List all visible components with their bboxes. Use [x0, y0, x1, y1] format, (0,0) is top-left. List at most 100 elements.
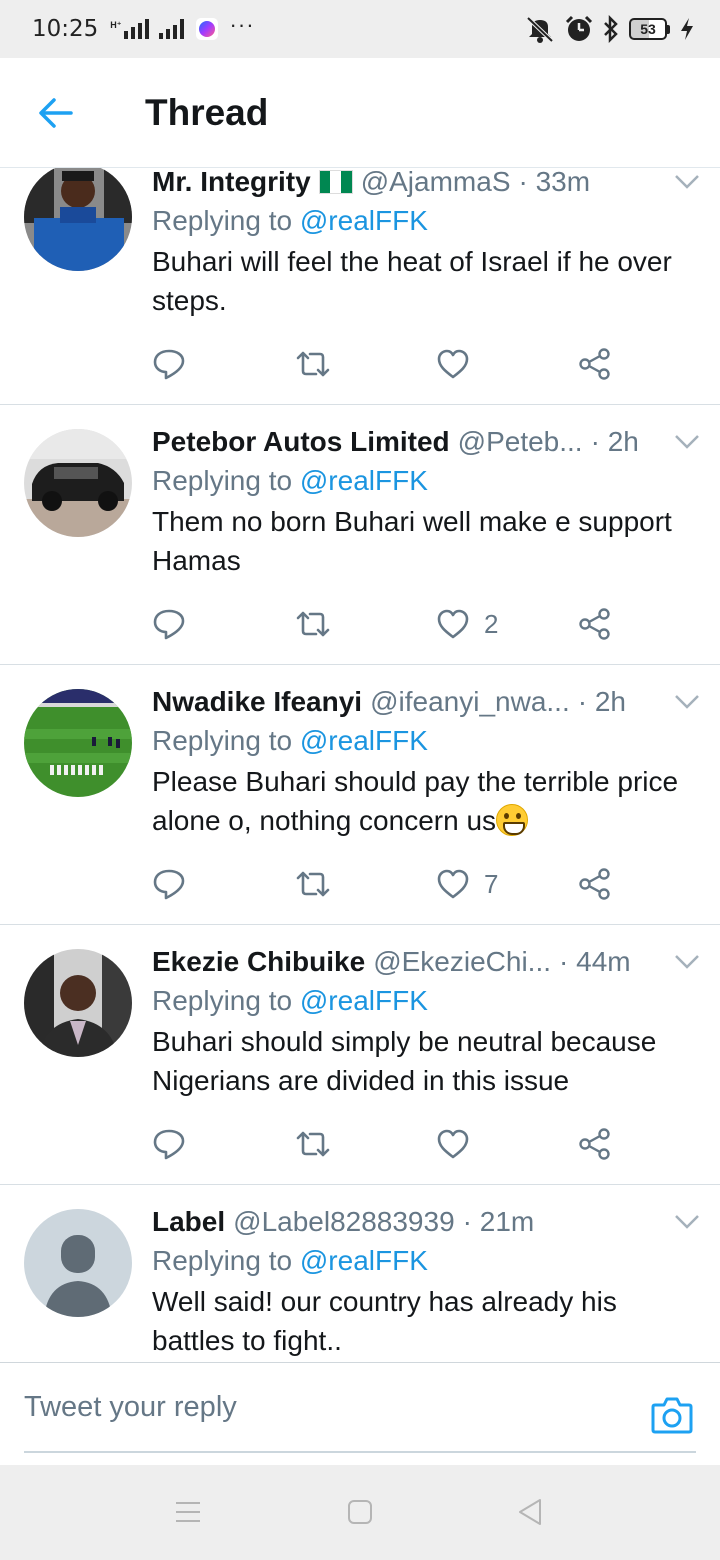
- like-button[interactable]: [436, 1122, 484, 1166]
- battery-icon: 53: [629, 18, 670, 40]
- reply-input-underline: [24, 1451, 696, 1453]
- tweet-actions: [152, 342, 622, 386]
- share-button[interactable]: [578, 1122, 612, 1166]
- tweet-item[interactable]: Petebor Autos Limited @Peteb... · 2h Rep…: [0, 405, 720, 665]
- menu-nav-button[interactable]: [166, 1490, 210, 1534]
- camera-button[interactable]: [650, 1393, 694, 1437]
- page-title: Thread: [145, 91, 269, 133]
- chevron-down-icon: [675, 175, 699, 189]
- replying-to-label: Replying to: [152, 725, 300, 756]
- back-nav-button[interactable]: [508, 1490, 552, 1534]
- tweet-content: Ekezie Chibuike @EkezieChi... · 44m Repl…: [152, 943, 700, 1100]
- author-handle[interactable]: @Peteb...: [458, 426, 583, 458]
- replying-to-mention[interactable]: @realFFK: [300, 725, 428, 756]
- author-name[interactable]: Petebor Autos Limited: [152, 426, 450, 458]
- tweet-item[interactable]: Mr. Integrity @AjammaS · 33m Replying to…: [0, 168, 720, 405]
- tweet-item[interactable]: Ekezie Chibuike @EkezieChi... · 44m Repl…: [0, 925, 720, 1185]
- tweet-content: Label @Label82883939 · 21m Replying to @…: [152, 1203, 700, 1360]
- grinning-face-emoji-icon: [496, 804, 529, 836]
- avatar[interactable]: [24, 689, 132, 797]
- tweet-menu-button[interactable]: [660, 168, 700, 201]
- reply-icon: [153, 349, 185, 380]
- more-notifications-icon: ···: [229, 12, 255, 37]
- retweet-icon: [296, 351, 330, 377]
- retweet-button[interactable]: [294, 862, 332, 906]
- replying-to: Replying to @realFFK: [152, 725, 700, 757]
- avatar[interactable]: [24, 168, 132, 271]
- avatar[interactable]: [24, 429, 132, 537]
- replying-to-mention[interactable]: @realFFK: [300, 985, 428, 1016]
- tweet-time: · 44m: [559, 946, 631, 977]
- tweet-text: Please Buhari should pay the terrible pr…: [152, 766, 679, 836]
- heart-icon: [437, 1129, 469, 1159]
- heart-icon: [437, 349, 469, 379]
- back-triangle-icon: [519, 1499, 541, 1525]
- author-handle[interactable]: @EkezieChi...: [373, 946, 551, 978]
- camera-icon: [651, 1397, 693, 1434]
- like-button[interactable]: [436, 342, 484, 386]
- tweet-menu-button[interactable]: [660, 423, 700, 461]
- author-name[interactable]: Mr. Integrity: [152, 168, 311, 198]
- avatar[interactable]: [24, 1209, 132, 1317]
- share-button[interactable]: [578, 602, 612, 646]
- replying-to-mention[interactable]: @realFFK: [300, 1245, 428, 1276]
- tweet-time: · 2h: [590, 426, 639, 457]
- share-button[interactable]: [578, 862, 612, 906]
- tweet-time: · 21m: [462, 1206, 535, 1237]
- share-icon: [579, 608, 610, 640]
- tweet-content: Petebor Autos Limited @Peteb... · 2h Rep…: [152, 423, 700, 580]
- reply-button[interactable]: [152, 1122, 186, 1166]
- tweet-menu-button[interactable]: [660, 1203, 700, 1241]
- replying-to-mention[interactable]: @realFFK: [300, 205, 428, 236]
- tweet-header: Mr. Integrity @AjammaS · 33m: [152, 168, 700, 201]
- reply-button[interactable]: [152, 602, 186, 646]
- reply-feed[interactable]: Mr. Integrity @AjammaS · 33m Replying to…: [0, 168, 720, 1362]
- retweet-icon: [296, 1131, 330, 1157]
- author-handle[interactable]: @Label82883939: [233, 1206, 455, 1238]
- author-name[interactable]: Label: [152, 1206, 225, 1238]
- nigeria-flag-icon: [318, 170, 353, 194]
- tweet-menu-button[interactable]: [660, 943, 700, 981]
- tweet-item[interactable]: Nwadike Ifeanyi @ifeanyi_nwa... · 2h Rep…: [0, 665, 720, 925]
- bluetooth-icon: [604, 15, 618, 43]
- tweet-content: Nwadike Ifeanyi @ifeanyi_nwa... · 2h Rep…: [152, 683, 700, 840]
- share-button[interactable]: [578, 342, 612, 386]
- chevron-down-icon: [675, 435, 699, 449]
- tweet-menu-button[interactable]: [660, 683, 700, 721]
- reply-button[interactable]: [152, 862, 186, 906]
- reply-icon: [153, 1129, 185, 1160]
- back-button[interactable]: [0, 58, 112, 168]
- replying-to-label: Replying to: [152, 205, 300, 236]
- system-navigation-bar: [0, 1465, 720, 1560]
- reply-input[interactable]: Tweet your reply: [24, 1391, 237, 1424]
- author-handle[interactable]: @ifeanyi_nwa...: [370, 686, 570, 718]
- signal-icon: H⁺: [110, 19, 184, 39]
- tweet-actions: 7: [152, 862, 622, 906]
- share-icon: [579, 868, 610, 900]
- retweet-button[interactable]: [294, 602, 332, 646]
- replying-to-mention[interactable]: @realFFK: [300, 465, 428, 496]
- replying-to-label: Replying to: [152, 1245, 300, 1276]
- thread-header: Thread: [0, 58, 720, 168]
- tweet-item[interactable]: Label @Label82883939 · 21m Replying to @…: [0, 1185, 720, 1362]
- author-handle[interactable]: @AjammaS: [361, 168, 511, 198]
- status-time: 10:25: [32, 16, 99, 42]
- author-name[interactable]: Ekezie Chibuike: [152, 946, 365, 978]
- tweet-actions: [152, 1122, 622, 1166]
- heart-icon: [437, 609, 469, 639]
- replying-to: Replying to @realFFK: [152, 985, 700, 1017]
- author-name[interactable]: Nwadike Ifeanyi: [152, 686, 362, 718]
- reply-button[interactable]: [152, 342, 186, 386]
- retweet-button[interactable]: [294, 342, 332, 386]
- retweet-button[interactable]: [294, 1122, 332, 1166]
- charging-icon: [681, 18, 693, 40]
- messenger-notification-icon: [195, 18, 218, 40]
- mute-icon: [526, 16, 554, 43]
- avatar[interactable]: [24, 949, 132, 1057]
- home-nav-button[interactable]: [338, 1490, 382, 1534]
- network-type-label: H⁺: [110, 20, 122, 30]
- battery-level: 53: [629, 18, 667, 40]
- alarm-icon: [565, 15, 593, 41]
- like-button[interactable]: 7: [436, 862, 498, 906]
- like-button[interactable]: 2: [436, 602, 498, 646]
